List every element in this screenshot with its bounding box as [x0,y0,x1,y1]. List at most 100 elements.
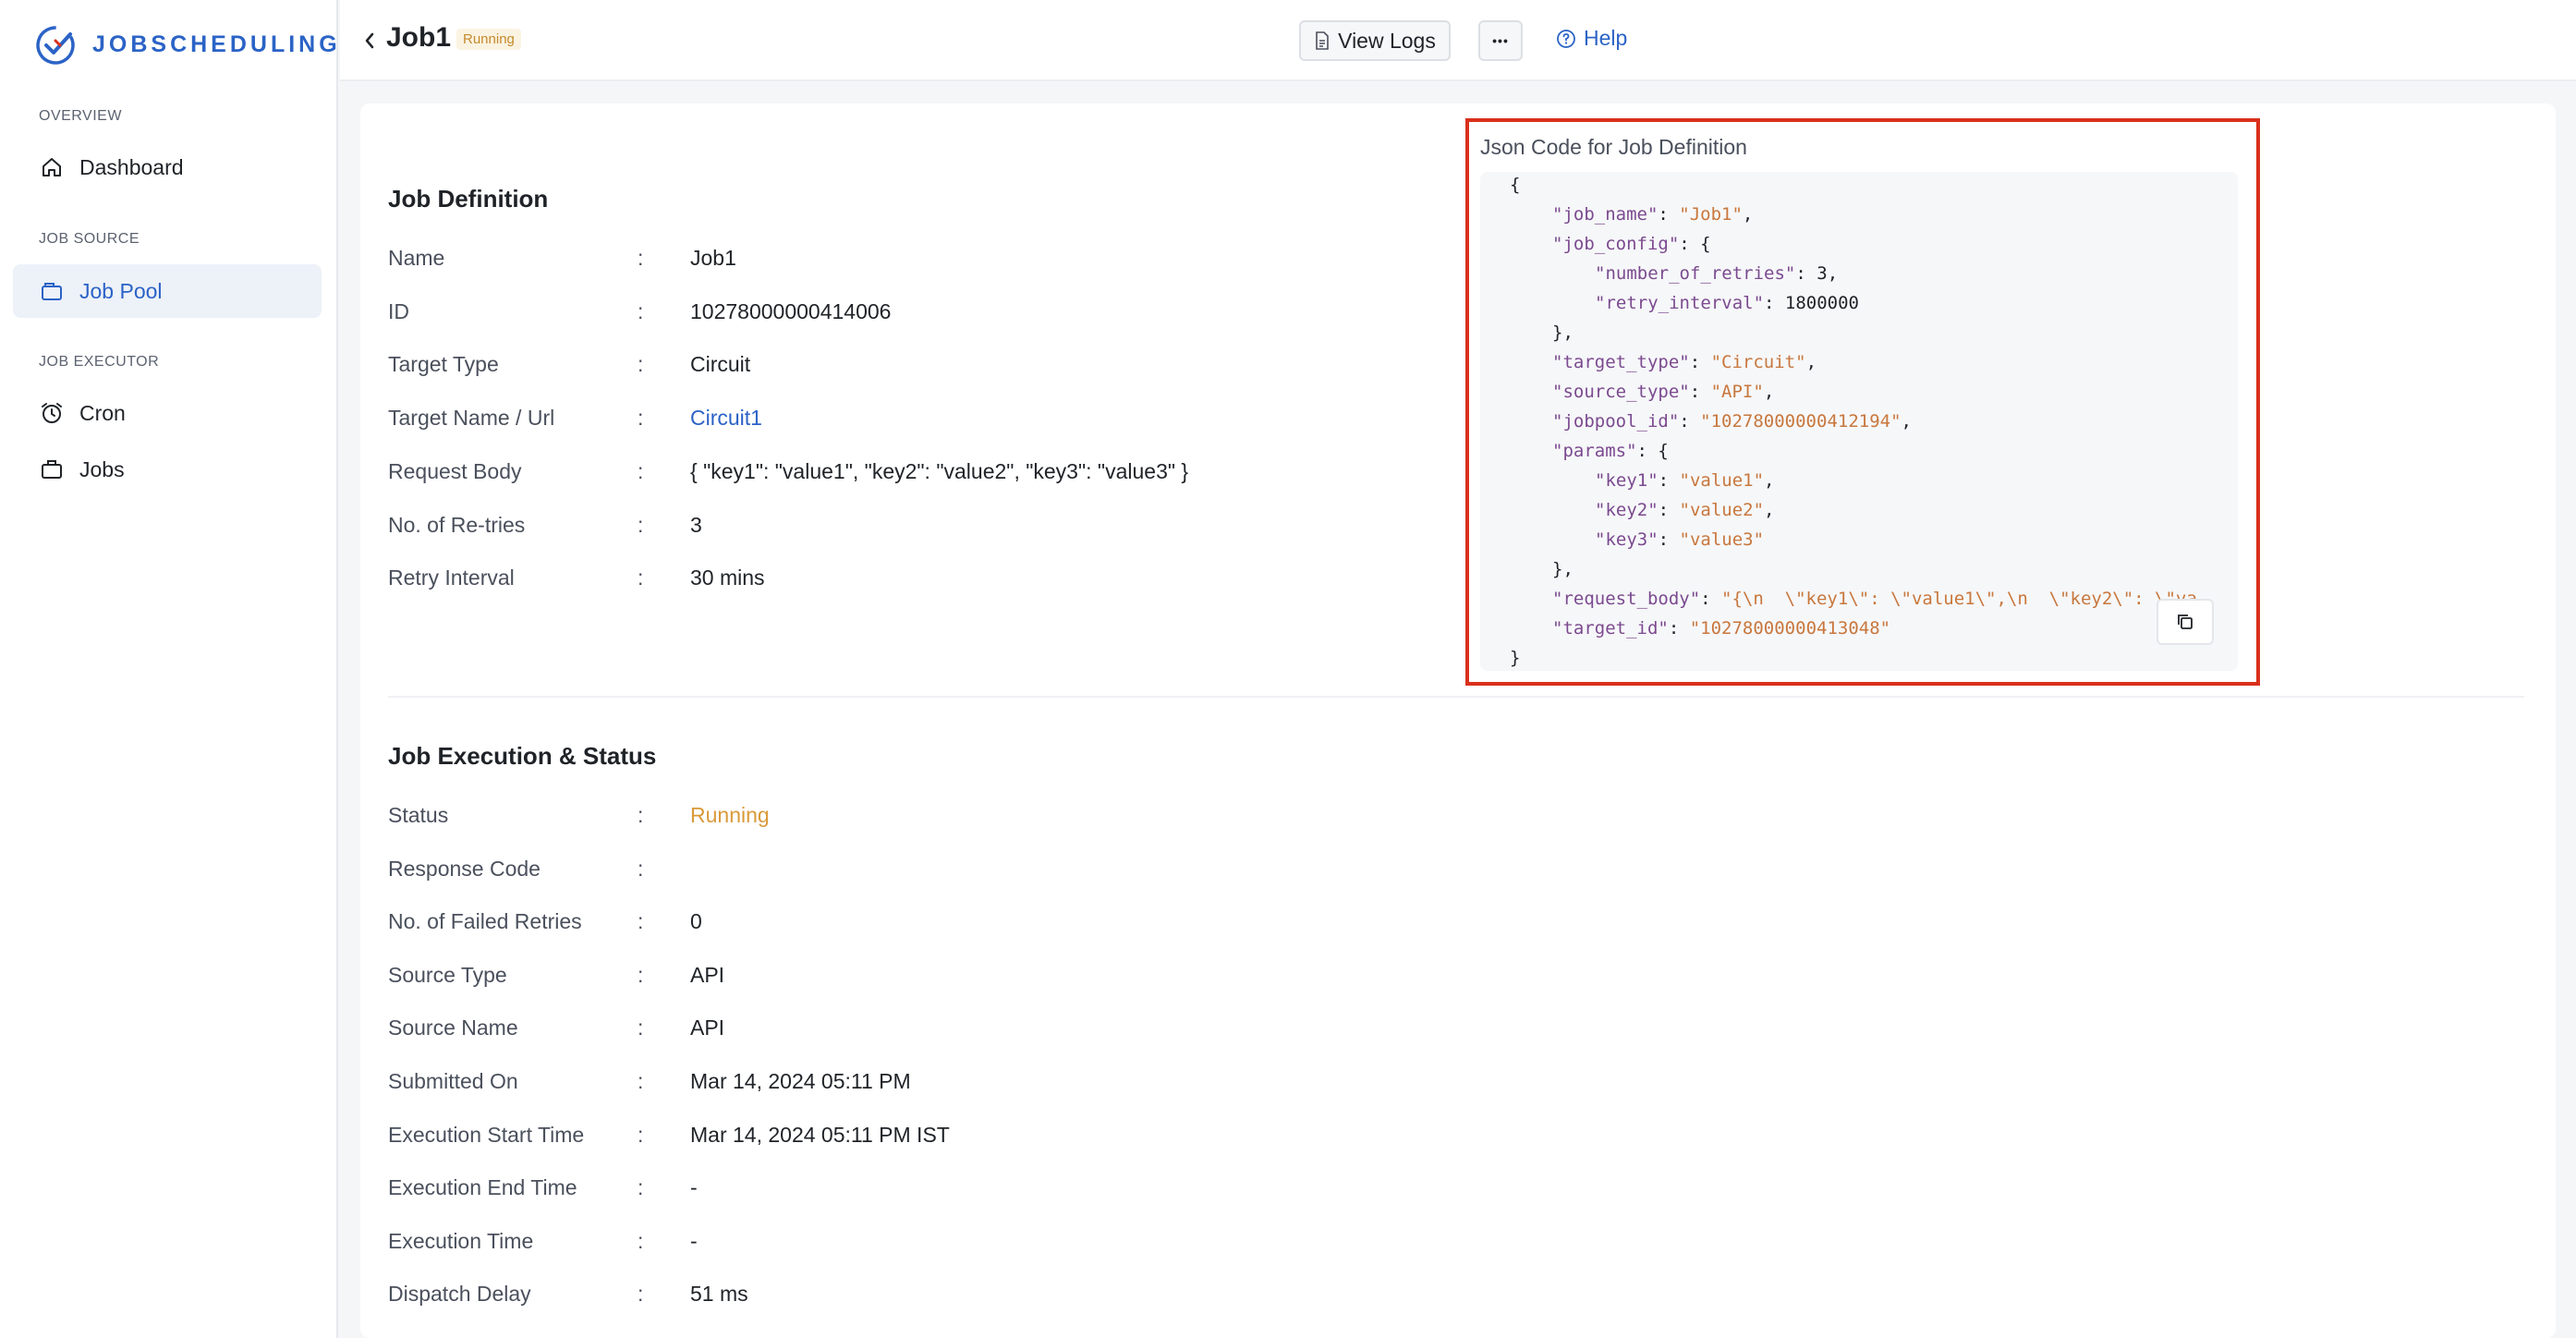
json-string: "10278000000412194" [1700,411,1902,432]
logo-check-icon [36,26,75,65]
json-string: "value3" [1679,529,1765,550]
home-icon [43,158,61,176]
field-label: Target Type [388,352,499,377]
json-token: , [1764,500,1775,520]
json-line: "retry_interval": 1800000 [1595,288,1859,318]
json-token: }, [1552,559,1574,579]
json-key: "target_id" [1552,618,1669,639]
json-line: "target_type": "Circuit", [1552,347,1817,377]
help-circle-icon [1557,29,1575,48]
json-line: "number_of_retries": 3, [1595,259,1838,288]
sidebar-item-cron[interactable]: Cron [13,386,322,440]
json-token: : { [1636,441,1669,461]
field-label: Response Code [388,856,541,881]
back-button[interactable] [353,22,386,59]
field-separator: : [638,458,644,483]
json-line: "key1": "value1", [1595,466,1775,495]
sidebar-item-label: Jobs [79,456,125,481]
json-string: "Job1" [1679,204,1743,225]
field-value: 51 ms [690,1282,748,1307]
view-logs-button[interactable]: View Logs [1299,20,1451,61]
sidebar-item-label: Job Pool [79,278,163,303]
field-label: Target Name / Url [388,406,555,431]
json-token: : [1700,589,1722,609]
json-string: "value1" [1679,470,1765,491]
json-token: : [1658,204,1680,225]
json-token: : [1764,293,1785,313]
chevron-left-icon [365,32,374,49]
sidebar-item-dashboard[interactable]: Dashboard [13,140,322,194]
json-line: "job_name": "Job1", [1552,200,1753,229]
field-separator: : [638,1016,644,1040]
field-separator: : [638,1175,644,1200]
field-value: Running [690,803,770,827]
json-code-block[interactable]: { "job_name": "Job1", "job_config" : { "numb… [1480,172,2238,671]
json-line: "key2": "value2", [1595,495,1775,525]
json-key: "retry_interval" [1595,293,1765,313]
field-value: Mar 14, 2024 05:11 PM [690,1069,911,1093]
json-line: "key3": "value3" [1595,525,1764,554]
field-value: 10278000000414006 [690,298,892,323]
section-divider [388,696,2524,698]
top-header: Job1 Running View Logs ••• Help [340,0,2576,81]
json-token: , [1764,470,1775,491]
status-badge: Running [456,29,521,50]
json-key: "job_name" [1552,204,1659,225]
nav-section-job-source: JOB SOURCE [39,231,140,247]
field-separator: : [638,856,644,881]
field-separator: : [638,803,644,827]
field-separator: : [638,909,644,934]
target-link[interactable]: Circuit1 [690,406,762,431]
field-label: Submitted On [388,1069,518,1093]
json-token: , [1827,263,1839,284]
field-separator: : [638,962,644,987]
field-value: - [690,1228,698,1253]
json-key: "params" [1552,441,1637,461]
help-label: Help [1584,26,1628,50]
sidebar-item-jobs[interactable]: Jobs [13,443,322,496]
field-value: Job1 [690,246,736,270]
json-token: : [1668,618,1690,639]
json-line: "source_type": "API", [1552,377,1774,407]
more-dots-icon: ••• [1492,33,1509,48]
field-label: Source Name [388,1016,518,1040]
field-label: Execution Time [388,1228,534,1253]
field-separator: : [638,406,644,431]
json-line: "request_body": "{\n \"key1\": \"value1\… [1552,584,2197,614]
copy-button[interactable] [2157,599,2214,645]
field-label: No. of Re-tries [388,512,526,537]
json-token: : [1658,500,1680,520]
json-token: , [1763,382,1775,402]
field-value: - [690,1175,698,1200]
json-token: : [1658,529,1680,550]
json-key: "request_body" [1552,589,1701,609]
field-value: 0 [690,909,702,934]
sidebar-item-job-pool[interactable]: Job Pool [13,264,322,318]
copy-icon [2178,614,2193,629]
json-token: { [1510,175,1521,195]
json-line: "jobpool_id": "10278000000412194", [1552,407,1912,436]
field-separator: : [638,1069,644,1093]
json-token: 3 [1817,263,1828,284]
field-separator: : [638,512,644,537]
help-button[interactable]: Help [1556,26,1627,51]
json-string: "10278000000413048" [1689,618,1891,639]
json-line: } [1510,643,1520,671]
json-line: }, [1552,318,1574,347]
page-title: Job1 [386,22,452,53]
json-key: "key3" [1595,529,1659,550]
json-token: 1800000 [1784,293,1859,313]
field-value: { "key1": "value1", "key2": "value2", "k… [690,458,1189,483]
json-key: "job_config" [1552,234,1680,254]
view-logs-label: View Logs [1338,28,1436,53]
json-token: : [1689,352,1711,372]
json-token: , [1901,411,1912,432]
job-execution-title: Job Execution & Status [388,742,657,770]
more-options-button[interactable]: ••• [1478,20,1523,61]
brand[interactable]: JOBSCHEDULING [33,22,341,67]
field-value: API [690,1016,725,1040]
json-key: "target_type" [1552,352,1690,372]
json-string: "Circuit" [1710,352,1806,372]
json-token: : [1658,470,1680,491]
json-token: } [1510,648,1521,668]
